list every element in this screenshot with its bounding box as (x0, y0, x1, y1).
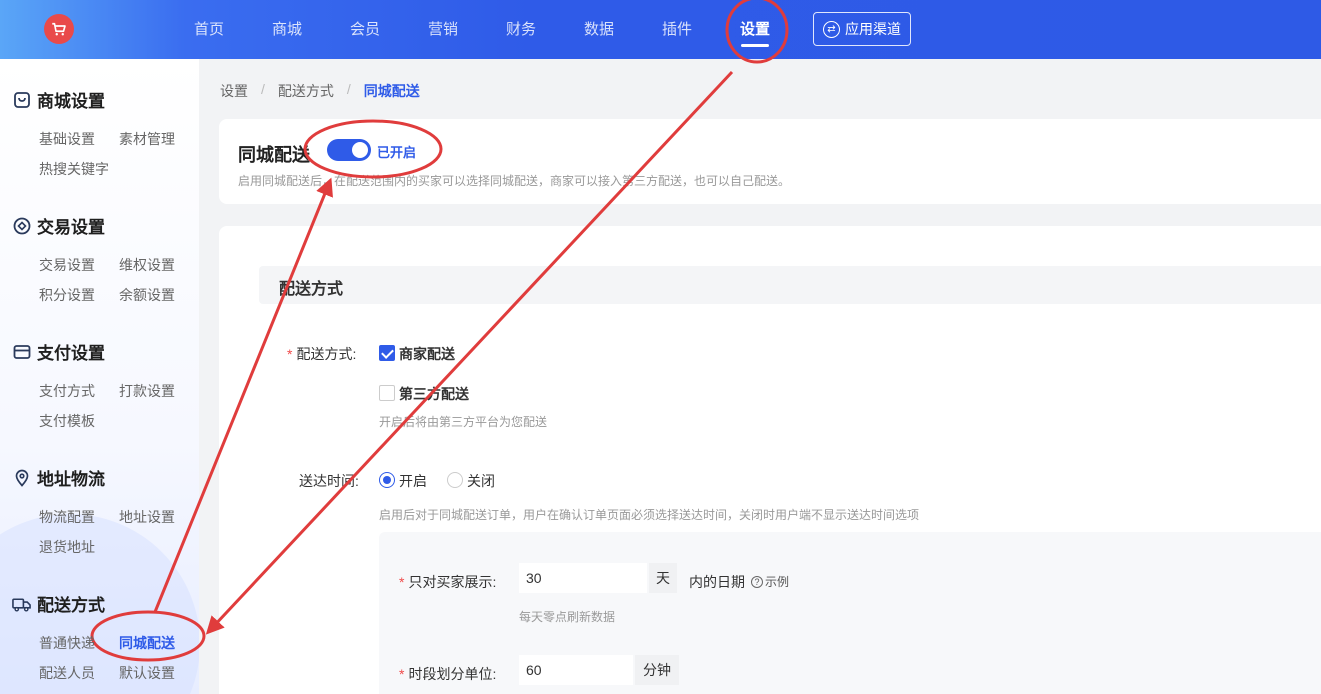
slot-unit-label: * 时段划分单位: (399, 666, 497, 682)
time-on-radio[interactable] (379, 472, 395, 488)
delivery-method-label: * 配送方式: (287, 346, 357, 362)
time-off-radio[interactable] (447, 472, 463, 488)
settings-sidebar: 商城设置 基础设置 素材管理 热搜关键字 交易设置 交易设置 维权设置 积分设置… (0, 59, 199, 694)
same-city-description: 启用同城配送后，在配送范围内的买家可以选择同城配送，商家可以接入第三方配送，也可… (238, 174, 791, 188)
show-days-label: * 只对买家展示: (399, 574, 497, 590)
sidebar-item-logistics-config[interactable]: 物流配置 (39, 507, 95, 527)
nav-marketing[interactable]: 营销 (404, 0, 482, 59)
time-on-label[interactable]: 开启 (399, 471, 427, 491)
nav-finance[interactable]: 财务 (482, 0, 560, 59)
section-header: 配送方式 (259, 266, 1321, 304)
sidebar-group-title: 交易设置 (12, 213, 105, 238)
nav-home[interactable]: 首页 (170, 0, 248, 59)
sidebar-item-points[interactable]: 积分设置 (39, 285, 95, 305)
sidebar-item-express[interactable]: 普通快递 (39, 633, 95, 653)
shop-bag-icon (12, 90, 31, 109)
breadcrumb-current: 同城配送 (363, 83, 420, 99)
exchange-icon: ⇄ (823, 20, 840, 38)
toggle-knob (352, 142, 368, 158)
top-navigation-bar: 首页 商城 会员 营销 财务 数据 插件 设置 ⇄ 应用渠道 (0, 0, 1321, 59)
truck-icon (12, 594, 31, 613)
slot-unit-input[interactable] (519, 655, 633, 685)
show-days-hint: 每天零点刷新数据 (519, 610, 616, 624)
third-party-delivery-label[interactable]: 第三方配送 (399, 384, 469, 404)
location-pin-icon (12, 468, 31, 487)
page-title: 同城配送 (238, 145, 310, 165)
sidebar-group-title: 支付设置 (12, 339, 105, 364)
delivery-time-hint: 启用后对于同城配送订单，用户在确认订单页面必须选择送达时间，关闭时用户端不显示送… (379, 508, 920, 522)
third-party-hint: 开启后将由第三方平台为您配送 (379, 415, 548, 429)
show-days-input[interactable] (519, 563, 647, 593)
nav-mall[interactable]: 商城 (248, 0, 326, 59)
section-title: 配送方式 (279, 281, 344, 298)
diamond-circle-icon (12, 216, 31, 235)
sidebar-item-material[interactable]: 素材管理 (119, 129, 175, 149)
sidebar-item-address[interactable]: 地址设置 (119, 507, 175, 527)
main-content: 设置 / 配送方式 / 同城配送 同城配送 已开启 启用同城配送后，在配送范围内… (199, 59, 1321, 694)
same-city-toggle[interactable] (327, 139, 371, 161)
sidebar-item-couriers[interactable]: 配送人员 (39, 663, 95, 683)
breadcrumb-delivery[interactable]: 配送方式 (278, 81, 334, 101)
sidebar-item-trade[interactable]: 交易设置 (39, 255, 95, 275)
third-party-delivery-checkbox[interactable] (379, 385, 395, 401)
question-circle-icon: ? (751, 576, 763, 588)
slot-unit-suffix: 分钟 (635, 655, 679, 685)
breadcrumb-separator: / (261, 81, 265, 97)
sidebar-item-basic-settings[interactable]: 基础设置 (39, 129, 95, 149)
sidebar-item-same-city[interactable]: 同城配送 (119, 633, 175, 653)
sidebar-item-payment-template[interactable]: 支付模板 (39, 411, 95, 431)
show-days-unit: 天 (649, 563, 677, 593)
main-nav: 首页 商城 会员 营销 财务 数据 插件 设置 (170, 0, 794, 59)
same-city-header-card: 同城配送 已开启 启用同城配送后，在配送范围内的买家可以选择同城配送，商家可以接… (219, 119, 1321, 204)
sidebar-item-balance[interactable]: 余额设置 (119, 285, 175, 305)
delivery-time-label: 送达时间: (299, 473, 359, 489)
merchant-delivery-label[interactable]: 商家配送 (399, 344, 455, 364)
nav-plugins[interactable]: 插件 (638, 0, 716, 59)
nav-data[interactable]: 数据 (560, 0, 638, 59)
delivery-time-options-panel: *只对买家展示: 天 内的日期 ?示例 每天零点刷新数据 *时段划分单位: 分钟 (379, 532, 1321, 694)
card-icon (12, 342, 31, 361)
app-channel-label: 应用渠道 (845, 21, 901, 37)
sidebar-item-hot-keywords[interactable]: 热搜关键字 (39, 159, 109, 179)
sidebar-item-rights[interactable]: 维权设置 (119, 255, 175, 275)
example-link[interactable]: ? 示例 (751, 573, 789, 590)
sidebar-group-title: 商城设置 (12, 87, 105, 112)
sidebar-item-return-address[interactable]: 退货地址 (39, 537, 95, 557)
delivery-settings-form: 配送方式 * 配送方式: 商家配送 第三方配送 开启后将由第三方平台为您配送 送达… (219, 226, 1321, 694)
sidebar-item-payout[interactable]: 打款设置 (119, 381, 175, 401)
sidebar-item-payment-methods[interactable]: 支付方式 (39, 381, 95, 401)
show-days-suffix: 内的日期 (689, 574, 745, 590)
app-channel-button[interactable]: ⇄ 应用渠道 (813, 12, 911, 46)
nav-settings[interactable]: 设置 (716, 0, 794, 59)
breadcrumb-settings[interactable]: 设置 (220, 81, 248, 101)
breadcrumb-separator: / (346, 81, 351, 97)
merchant-delivery-checkbox[interactable] (379, 345, 395, 361)
time-off-label[interactable]: 关闭 (467, 471, 495, 491)
nav-member[interactable]: 会员 (326, 0, 404, 59)
sidebar-group-title: 地址物流 (12, 465, 105, 490)
sidebar-group-title: 配送方式 (12, 591, 105, 616)
sidebar-item-default[interactable]: 默认设置 (119, 663, 175, 683)
toggle-status-label: 已开启 (377, 145, 417, 160)
cart-icon[interactable] (44, 14, 74, 44)
breadcrumb: 设置 / 配送方式 / 同城配送 (220, 81, 420, 101)
